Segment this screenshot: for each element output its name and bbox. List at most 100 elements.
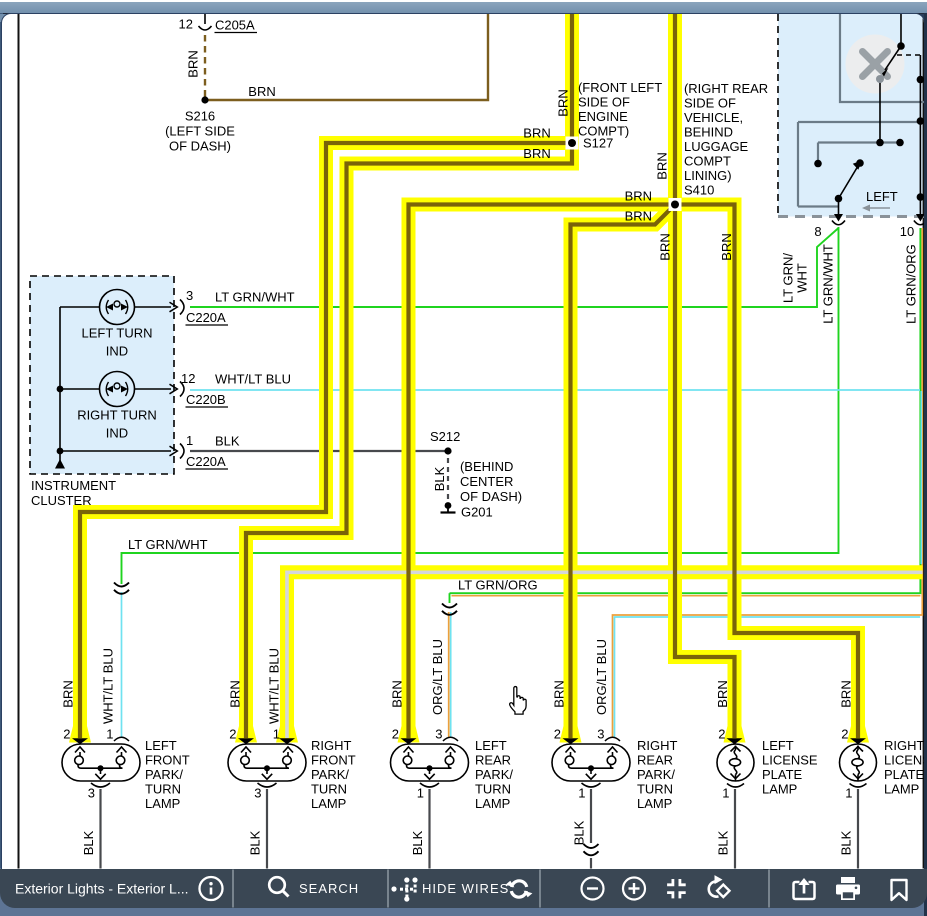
svg-text:S212: S212 bbox=[429, 429, 459, 444]
svg-text:TURN: TURN bbox=[310, 781, 346, 796]
svg-text:BRN: BRN bbox=[714, 680, 729, 707]
svg-text:2: 2 bbox=[553, 726, 560, 741]
svg-text:RIGHT: RIGHT bbox=[883, 737, 923, 752]
svg-text:C220A: C220A bbox=[185, 310, 225, 325]
svg-text:PLATE: PLATE bbox=[761, 766, 802, 781]
svg-text:LAMP: LAMP bbox=[474, 795, 509, 810]
svg-text:LAMP: LAMP bbox=[310, 795, 345, 810]
svg-text:TURN: TURN bbox=[144, 781, 180, 796]
svg-text:IND: IND bbox=[105, 343, 127, 358]
svg-text:C220B: C220B bbox=[185, 392, 225, 407]
svg-text:ORG/LT BLU: ORG/LT BLU bbox=[429, 638, 444, 714]
svg-text:3: 3 bbox=[597, 726, 604, 741]
svg-text:BLK: BLK bbox=[431, 466, 446, 491]
svg-text:3: 3 bbox=[185, 288, 192, 303]
svg-text:3: 3 bbox=[435, 726, 442, 741]
svg-text:2: 2 bbox=[229, 726, 236, 741]
svg-text:LEFT: LEFT bbox=[761, 737, 793, 752]
svg-text:1: 1 bbox=[416, 785, 423, 800]
svg-text:LINING): LINING) bbox=[683, 168, 731, 183]
svg-text:1: 1 bbox=[272, 726, 279, 741]
svg-text:BRN: BRN bbox=[654, 152, 669, 179]
svg-text:BRN: BRN bbox=[248, 84, 275, 99]
svg-text:PARK/: PARK/ bbox=[636, 766, 674, 781]
svg-text:ENGINE: ENGINE bbox=[577, 109, 627, 124]
svg-text:3: 3 bbox=[254, 785, 261, 800]
svg-text:FRONT: FRONT bbox=[144, 752, 189, 767]
svg-text:2: 2 bbox=[718, 726, 725, 741]
svg-text:LAMP: LAMP bbox=[636, 795, 671, 810]
svg-text:1: 1 bbox=[106, 726, 113, 741]
svg-text:LEFT: LEFT bbox=[474, 737, 506, 752]
svg-text:LAMP: LAMP bbox=[144, 795, 179, 810]
svg-text:RIGHT: RIGHT bbox=[636, 737, 676, 752]
svg-text:BRN: BRN bbox=[60, 680, 75, 707]
svg-text:(LEFT SIDE: (LEFT SIDE bbox=[165, 123, 235, 138]
svg-text:BLK: BLK bbox=[80, 830, 95, 855]
svg-text:BRN: BRN bbox=[555, 89, 570, 116]
svg-text:RIGHT: RIGHT bbox=[310, 737, 350, 752]
svg-text:10: 10 bbox=[899, 224, 913, 239]
svg-text:LEFT TURN: LEFT TURN bbox=[81, 325, 152, 340]
svg-text:PARK/: PARK/ bbox=[474, 766, 512, 781]
svg-text:TURN: TURN bbox=[636, 781, 672, 796]
svg-text:BRN: BRN bbox=[838, 680, 853, 707]
svg-text:WHT/LT BLU: WHT/LT BLU bbox=[214, 371, 290, 386]
svg-text:VEHICLE,: VEHICLE, bbox=[683, 110, 742, 125]
svg-text:LT GRN/ORG: LT GRN/ORG bbox=[903, 244, 918, 324]
svg-text:2: 2 bbox=[63, 726, 70, 741]
svg-text:LEFT: LEFT bbox=[865, 189, 897, 204]
svg-text:LT GRN/WHT: LT GRN/WHT bbox=[820, 244, 835, 324]
svg-text:LUGGAGE: LUGGAGE bbox=[683, 139, 748, 154]
svg-text:PARK/: PARK/ bbox=[144, 766, 182, 781]
svg-text:INSTRUMENT: INSTRUMENT bbox=[30, 477, 115, 492]
svg-text:PARK/: PARK/ bbox=[310, 766, 348, 781]
svg-text:BLK: BLK bbox=[715, 830, 730, 855]
svg-text:(BEHIND: (BEHIND bbox=[459, 458, 512, 473]
svg-text:BRN: BRN bbox=[657, 233, 672, 260]
svg-text:PLATE: PLATE bbox=[883, 766, 923, 781]
svg-text:BLK: BLK bbox=[214, 433, 239, 448]
svg-text:BLK: BLK bbox=[409, 830, 424, 855]
svg-text:LT GRN/WHT: LT GRN/WHT bbox=[214, 289, 294, 304]
svg-text:1: 1 bbox=[185, 432, 192, 447]
svg-text:BRN: BRN bbox=[624, 208, 651, 223]
svg-text:LT GRN/: LT GRN/ bbox=[780, 252, 795, 302]
svg-text:REAR: REAR bbox=[636, 752, 672, 767]
svg-text:BRN: BRN bbox=[523, 125, 550, 140]
svg-text:REAR: REAR bbox=[474, 752, 510, 767]
svg-text:2: 2 bbox=[391, 726, 398, 741]
svg-text:OF DASH): OF DASH) bbox=[459, 488, 521, 503]
svg-text:BLK: BLK bbox=[247, 830, 262, 855]
svg-text:IND: IND bbox=[105, 425, 127, 440]
svg-text:BRN: BRN bbox=[389, 680, 404, 707]
svg-text:SEARCH: SEARCH bbox=[299, 881, 359, 896]
svg-text:CENTER: CENTER bbox=[459, 473, 512, 488]
svg-text:1: 1 bbox=[722, 785, 729, 800]
svg-text:12: 12 bbox=[180, 371, 194, 386]
svg-text:BLK: BLK bbox=[838, 830, 853, 855]
svg-text:LEFT: LEFT bbox=[144, 737, 176, 752]
svg-text:C205A: C205A bbox=[214, 17, 254, 32]
svg-text:WHT/LT BLU: WHT/LT BLU bbox=[100, 647, 115, 723]
svg-text:3: 3 bbox=[87, 785, 94, 800]
svg-text:SIDE OF: SIDE OF bbox=[577, 94, 629, 109]
svg-text:OF DASH): OF DASH) bbox=[168, 138, 230, 153]
svg-text:S410: S410 bbox=[683, 182, 713, 197]
svg-text:WHT/LT BLU: WHT/LT BLU bbox=[266, 647, 281, 723]
svg-text:BLK: BLK bbox=[571, 820, 586, 845]
svg-text:(RIGHT REAR: (RIGHT REAR bbox=[683, 81, 767, 96]
svg-text:S127: S127 bbox=[582, 135, 612, 150]
svg-text:BRN: BRN bbox=[718, 233, 733, 260]
svg-text:TURN: TURN bbox=[474, 781, 510, 796]
svg-text:Exterior Lights - Exterior L..: Exterior Lights - Exterior L... bbox=[15, 880, 189, 896]
svg-text:BRN: BRN bbox=[551, 680, 566, 707]
svg-text:WHT: WHT bbox=[794, 263, 809, 293]
svg-text:S216: S216 bbox=[184, 108, 214, 123]
svg-text:12: 12 bbox=[178, 16, 192, 31]
svg-text:BRN: BRN bbox=[227, 680, 242, 707]
svg-text:LT GRN/WHT: LT GRN/WHT bbox=[127, 536, 207, 551]
svg-text:BRN: BRN bbox=[185, 50, 200, 77]
svg-text:HIDE WIRES: HIDE WIRES bbox=[422, 881, 509, 896]
svg-text:COMPT: COMPT bbox=[683, 153, 730, 168]
